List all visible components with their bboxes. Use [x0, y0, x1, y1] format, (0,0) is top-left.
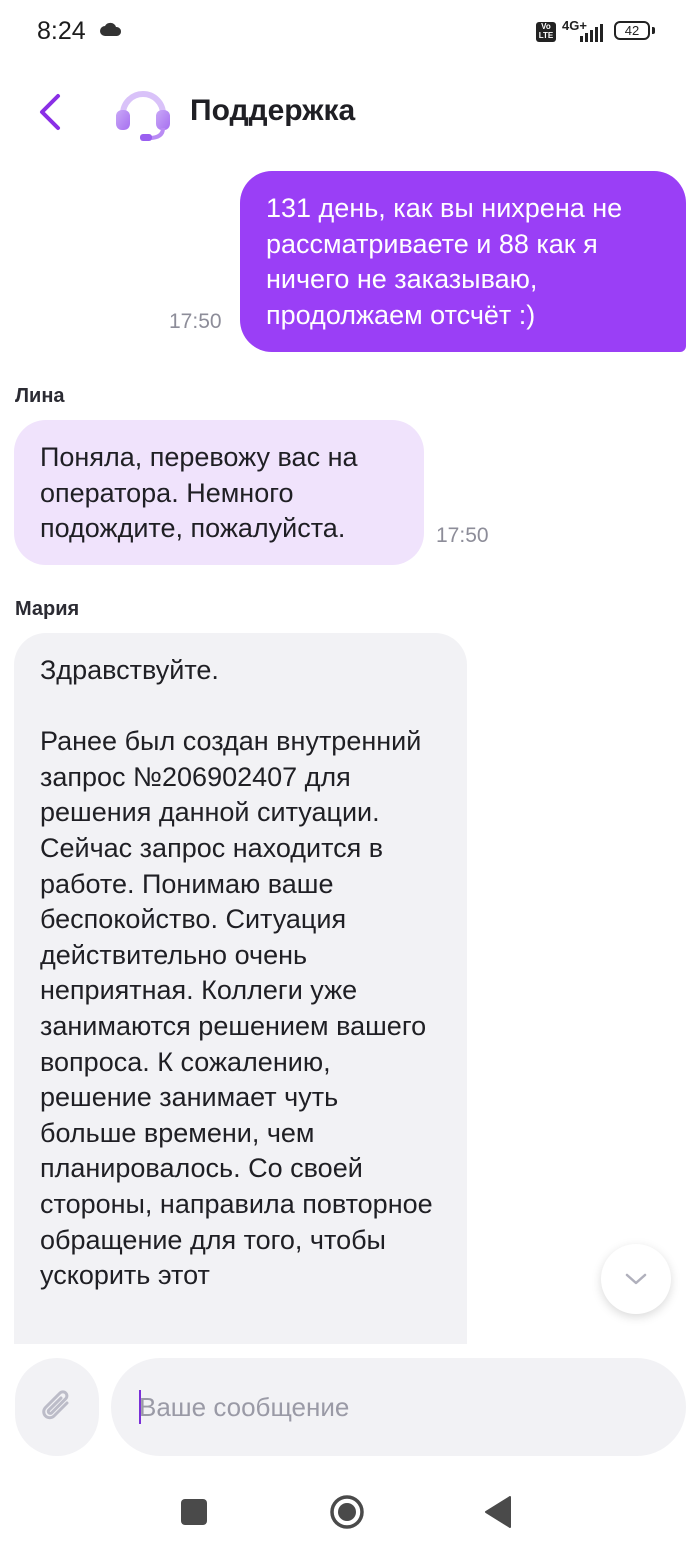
chevron-down-icon [625, 1273, 647, 1285]
attach-button[interactable] [15, 1358, 99, 1456]
message-input[interactable] [139, 1388, 659, 1426]
message-incoming[interactable]: Здравствуйте. Ранее был создан внутренни… [14, 633, 467, 1344]
sender-name: Лина [15, 385, 65, 407]
cloud-icon [100, 22, 122, 36]
text-caret [139, 1390, 141, 1424]
message-incoming[interactable]: Поняла, перевожу вас на оператора. Немно… [14, 420, 424, 565]
headset-icon [116, 91, 170, 141]
message-outgoing[interactable]: 131 день, как вы нихрена не рассматривае… [240, 171, 686, 352]
page-title: Поддержка [190, 94, 356, 127]
battery-tip [652, 27, 655, 34]
battery-icon: 42 [614, 21, 650, 40]
scroll-down-button[interactable] [601, 1244, 671, 1314]
message-time: 17:50 [436, 524, 489, 547]
recent-apps-button[interactable] [181, 1499, 207, 1525]
system-nav-bar [0, 1469, 700, 1556]
signal-icon [580, 24, 603, 42]
composer [0, 1344, 700, 1469]
status-bar: 8:24 Vo LTE 4G+ 42 [0, 0, 700, 64]
back-button[interactable] [30, 88, 70, 136]
nav-back-button[interactable] [484, 1495, 512, 1529]
chat-header: Поддержка [0, 64, 700, 164]
message-field[interactable] [111, 1358, 686, 1456]
message-list[interactable]: 131 день, как вы нихрена не рассматривае… [0, 164, 700, 1344]
paperclip-icon [42, 1390, 69, 1420]
status-time: 8:24 [37, 17, 86, 45]
volte-icon: Vo LTE [536, 22, 556, 42]
chevron-left-icon [40, 94, 60, 130]
message-time: 17:50 [169, 310, 222, 333]
sender-name: Мария [15, 598, 80, 620]
home-button[interactable] [329, 1494, 365, 1530]
